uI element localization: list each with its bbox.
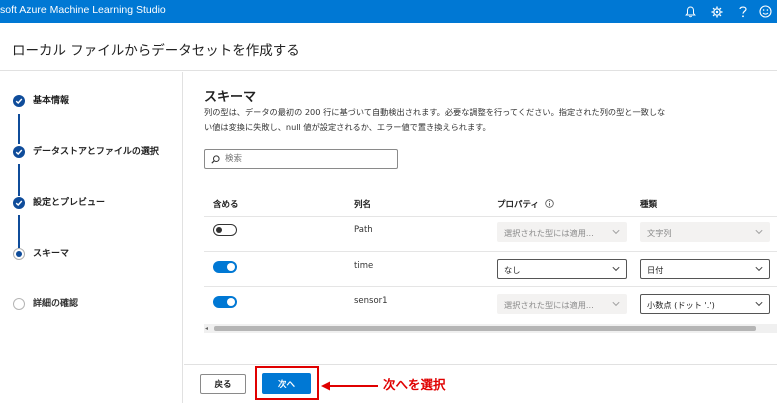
current-step-icon [13,248,25,260]
annotation-arrow-icon [321,381,378,391]
property-dropdown[interactable]: なし [497,259,627,279]
check-icon [13,197,25,209]
step-label: スキーマ [33,249,70,259]
chevron-down-icon [612,301,620,307]
description-line: い値は変換に失敗し、null 値が設定されるか、エラー値で置き換えられます。 [204,122,491,132]
search-input[interactable] [225,152,393,166]
section-title: スキーマ [204,90,257,105]
header-include: 含める [213,200,239,210]
page-header: ローカル ファイルからデータセットを作成する [0,23,777,71]
column-name: Path [354,225,373,235]
wizard-stepper: 基本情報 データストアとファイルの選択 設定とプレビュー スキーマ 詳細の確認 [0,72,183,403]
app-title: soft Azure Machine Learning Studio [0,4,166,16]
back-button[interactable]: 戻る [200,374,246,394]
step-connector [18,164,20,196]
info-icon[interactable] [545,199,554,208]
header-type: 種類 [640,200,658,210]
dropdown-value: 日付 [647,265,664,275]
step-label: 詳細の確認 [33,299,79,309]
property-dropdown[interactable]: 選択された型には適用... [497,294,627,314]
step-label: 設定とプレビュー [33,198,106,208]
footer-divider [184,364,777,365]
step-connector [18,114,20,144]
row-divider [204,251,777,252]
feedback-smiley-icon[interactable] [752,0,777,23]
dropdown-value: 小数点 (ドット '.') [647,300,715,310]
dropdown-value: 選択された型には適用... [504,228,594,238]
include-toggle[interactable] [213,296,237,308]
horizontal-scrollbar[interactable]: ◂ [204,324,777,333]
gear-icon[interactable] [704,0,730,23]
type-dropdown[interactable]: 小数点 (ドット '.') [640,294,770,314]
pending-step-icon [13,298,25,310]
type-dropdown[interactable]: 文字列 [640,222,770,242]
column-name: time [354,261,374,271]
step-label: データストアとファイルの選択 [33,147,159,157]
scroll-left-icon[interactable]: ◂ [205,325,208,332]
property-dropdown[interactable]: 選択された型には適用... [497,222,627,242]
step-connector [18,215,20,248]
toggle-knob [227,298,235,306]
bell-icon[interactable] [677,0,703,23]
chevron-down-icon [755,229,763,235]
dropdown-value: 文字列 [647,228,672,238]
chevron-down-icon [755,301,763,307]
schema-description: 列の型は、データの最初の 200 行に基づいて自動検出されます。必要な調整を行っ… [204,105,744,135]
row-divider [204,286,777,287]
annotation-highlight-box [255,366,319,400]
include-toggle[interactable] [213,261,237,273]
app-top-bar: soft Azure Machine Learning Studio [0,0,777,23]
step-label: 基本情報 [33,96,70,106]
annotation-text: 次へを選択 [383,377,446,392]
page-title: ローカル ファイルからデータセットを作成する [12,43,300,59]
header-properties-label: プロパティ [497,200,539,210]
scrollbar-thumb[interactable] [214,326,756,331]
chevron-down-icon [612,266,620,272]
toggle-knob [227,263,235,271]
check-icon [13,95,25,107]
column-name: sensor1 [354,296,388,306]
dropdown-value: 選択された型には適用... [504,300,594,310]
type-dropdown[interactable]: 日付 [640,259,770,279]
chevron-down-icon [612,229,620,235]
chevron-down-icon [755,266,763,272]
description-line: 列の型は、データの最初の 200 行に基づいて自動検出されます。必要な調整を行っ… [204,107,666,117]
dropdown-value: なし [504,265,521,275]
row-divider [204,216,777,217]
header-properties: プロパティ [497,198,554,210]
search-box[interactable] [204,149,398,169]
search-icon [211,155,220,164]
check-icon [13,146,25,158]
schema-panel: スキーマ 列の型は、データの最初の 200 行に基づいて自動検出されます。必要な… [184,72,777,364]
header-column-name: 列名 [354,200,372,210]
toggle-knob [216,227,222,233]
include-toggle[interactable] [213,224,237,236]
